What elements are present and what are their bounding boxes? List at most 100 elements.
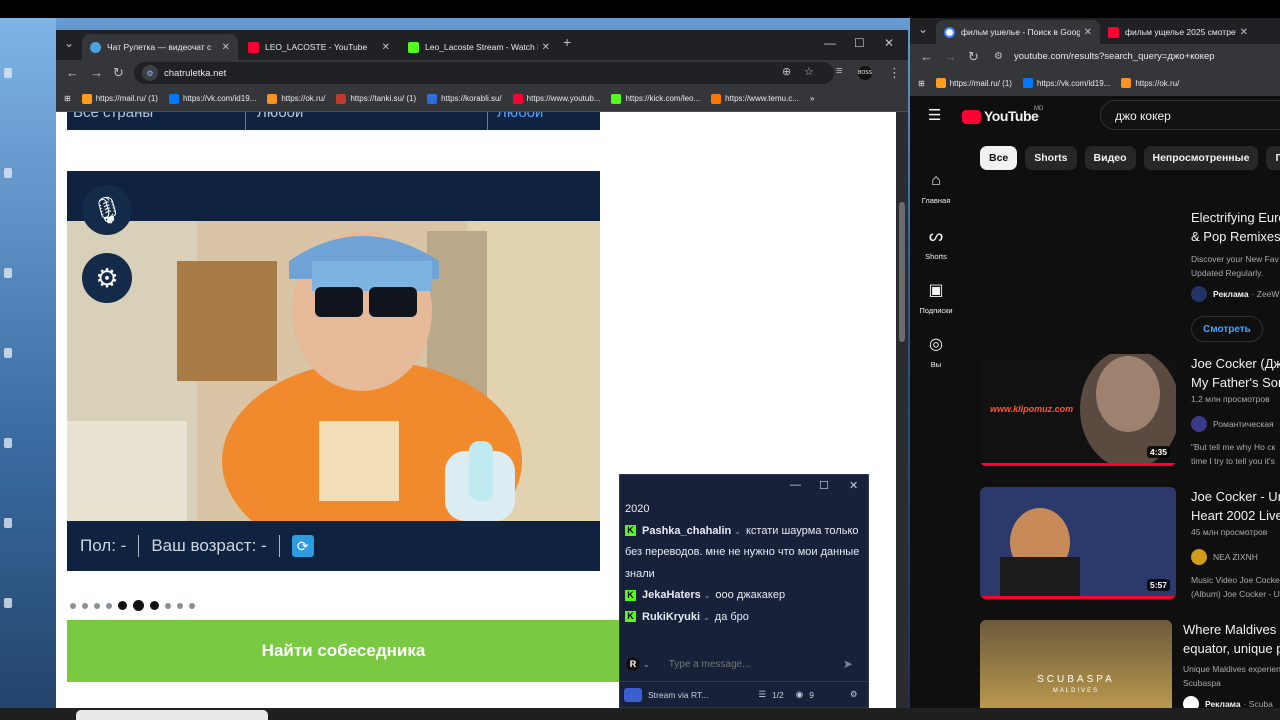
tab-leo-youtube[interactable]: LEO_LACOSTE - YouTube ✕	[240, 34, 398, 60]
bookmark-star-icon[interactable]: ☆	[804, 65, 814, 78]
chat-message-input[interactable]	[668, 658, 839, 670]
bookmark-youtube[interactable]: https://www.youtub...	[512, 93, 600, 104]
youtube-logo-icon[interactable]	[962, 110, 981, 124]
microphone-icon[interactable]: 🎙	[82, 185, 132, 235]
chat-username[interactable]: Pashka_chahalin	[642, 525, 731, 537]
channel-row[interactable]: NEA ZIXNH	[1191, 549, 1258, 565]
more-bookmarks-icon[interactable]: »	[810, 94, 814, 103]
chevron-down-icon[interactable]: ⌄	[643, 660, 650, 669]
ad-watch-button[interactable]: Смотреть	[1191, 316, 1263, 342]
taskbar-search[interactable]	[76, 710, 268, 720]
video-title-2[interactable]: equator, unique p	[1183, 639, 1280, 658]
bookmark-tanki[interactable]: https://tanki.su/ (1)	[336, 93, 416, 104]
apps-grid-icon[interactable]: ⊞	[64, 94, 71, 103]
close-icon[interactable]: ✕	[382, 42, 390, 53]
minimize-icon[interactable]: —	[824, 36, 836, 50]
video-title[interactable]: Joe Cocker - Un	[1191, 487, 1280, 506]
refresh-icon[interactable]: ⟳	[291, 535, 314, 557]
chat-message: K JekaHaters ⌄ ооо джакакер	[625, 585, 863, 607]
close-icon[interactable]: ✕	[1240, 27, 1248, 38]
chip-videos[interactable]: Видео	[1084, 146, 1136, 170]
site-info-icon[interactable]: ⚙	[994, 51, 1003, 62]
bookmark-mail[interactable]: https://mail.ru/ (1)	[935, 78, 1012, 88]
nav-home[interactable]: ⌂ Главная	[910, 172, 962, 205]
video-thumbnail[interactable]: www.klipomuz.com 4:35	[980, 354, 1176, 466]
tab-google-search[interactable]: фильм ушелье - Поиск в Goog ✕	[936, 20, 1100, 44]
nav-shorts[interactable]: ᔕ Shorts	[910, 226, 962, 261]
video-thumbnail[interactable]: 5:57	[980, 487, 1176, 599]
tab-chatruletka[interactable]: Чат Рулетка — видеочат с ✕	[82, 34, 238, 60]
youtube-logo-text[interactable]: YouTube	[984, 108, 1039, 124]
media-icon[interactable]: ≡	[836, 65, 842, 77]
scrollbar-thumb[interactable]	[899, 202, 905, 342]
back-icon[interactable]: ←	[66, 65, 79, 80]
send-icon[interactable]: ➤	[843, 657, 853, 671]
video-title-2[interactable]: My Father's Son	[1191, 373, 1280, 392]
chevron-down-icon[interactable]: ⌄	[704, 591, 711, 600]
bookmark-kick[interactable]: https://kick.com/leo...	[611, 93, 700, 104]
chevron-down-icon[interactable]: ⌄	[734, 527, 741, 536]
tanki-icon	[336, 93, 347, 104]
age-filter[interactable]: Любой	[497, 112, 543, 121]
chip-all[interactable]: Все	[980, 146, 1018, 170]
gender-filter[interactable]: Любой	[257, 112, 303, 121]
address-bar[interactable]: ⚙ chatruletka.net	[134, 62, 834, 84]
url-text[interactable]: youtube.com/results?search_query=джо+кок…	[1014, 51, 1215, 62]
maximize-icon[interactable]: ☐	[819, 479, 829, 492]
video-title[interactable]: Joe Cocker (Дж	[1191, 354, 1280, 373]
hamburger-menu-icon[interactable]: ☰	[928, 106, 941, 124]
forward-icon[interactable]: →	[944, 49, 957, 64]
nav-you[interactable]: ◎ Вы	[910, 334, 962, 369]
viewer-count: 9	[809, 689, 814, 700]
tab-search-icon[interactable]: ⌄	[64, 36, 74, 50]
chip-watched[interactable]: Прос	[1266, 146, 1280, 170]
close-icon[interactable]: ✕	[849, 479, 858, 492]
bookmark-ok[interactable]: https://ok.ru/	[1121, 78, 1179, 88]
channel-row[interactable]: Романтическая	[1191, 416, 1274, 432]
back-icon[interactable]: ←	[920, 49, 933, 64]
new-tab-icon[interactable]: +	[563, 34, 571, 50]
chip-shorts[interactable]: Shorts	[1025, 146, 1077, 170]
ad-title[interactable]: Electrifying Euro	[1191, 208, 1280, 227]
settings-icon[interactable]: ⚙	[850, 689, 858, 700]
chat-username[interactable]: RukiKryuki	[642, 611, 700, 623]
reload-icon[interactable]: ↻	[113, 65, 124, 81]
bookmark-korabli[interactable]: https://korabli.su/	[427, 93, 502, 104]
search-box[interactable]: джо кокер	[1100, 100, 1280, 130]
ad-title-2[interactable]: & Pop Remixes	[1191, 227, 1280, 246]
maximize-icon[interactable]: ☐	[854, 36, 865, 50]
zoom-icon[interactable]: ⊕	[782, 65, 791, 78]
bookmark-vk[interactable]: https://vk.com/id19...	[168, 93, 256, 104]
tab-leo-kick[interactable]: Leo_Lacoste Stream - Watch Li ✕	[400, 34, 558, 60]
close-icon[interactable]: ✕	[222, 42, 230, 53]
close-window-icon[interactable]: ✕	[884, 36, 894, 50]
video-title-2[interactable]: Heart 2002 Live	[1191, 506, 1280, 525]
chat-username[interactable]: JekaHaters	[642, 589, 701, 601]
reload-icon[interactable]: ↻	[968, 49, 979, 65]
find-partner-button[interactable]: Найти собеседника	[67, 620, 620, 682]
chevron-down-icon[interactable]: ⌄	[703, 613, 710, 622]
bookmark-temu[interactable]: https://www.temu.c...	[711, 93, 799, 104]
close-icon[interactable]: ✕	[542, 42, 550, 53]
chip-unwatched[interactable]: Непросмотренные	[1143, 146, 1259, 170]
profile-avatar[interactable]: BOSS	[858, 66, 872, 80]
video-thumbnail[interactable]: SCUBASPA MALDIVES	[980, 620, 1172, 708]
settings-gear-icon[interactable]: ⚙	[82, 253, 132, 303]
tab-youtube-search[interactable]: фильм ущелье 2025 смотреть ✕	[1100, 20, 1256, 44]
close-icon[interactable]: ✕	[1084, 27, 1092, 38]
scrollbar[interactable]	[896, 112, 908, 708]
bookmark-ok[interactable]: https://ok.ru/	[267, 93, 325, 104]
nav-subscriptions[interactable]: ▣ Подписки	[910, 280, 962, 315]
menu-icon[interactable]: ⋮	[888, 65, 901, 81]
country-filter[interactable]: Все страны	[73, 112, 153, 121]
bookmark-vk[interactable]: https://vk.com/id19...	[1022, 78, 1110, 88]
forward-icon[interactable]: →	[90, 65, 103, 80]
site-info-icon[interactable]: ⚙	[142, 65, 158, 81]
minimize-icon[interactable]: —	[790, 479, 801, 491]
apps-grid-icon[interactable]: ⊞	[918, 79, 925, 88]
bookmark-mail[interactable]: https://mail.ru/ (1)	[81, 93, 158, 104]
video-title[interactable]: Where Maldives	[1183, 620, 1276, 639]
restream-icon[interactable]: R	[626, 657, 640, 671]
tab-search-icon[interactable]: ⌄	[918, 22, 928, 36]
bookmarks-bar: ⊞ https://mail.ru/ (1) https://vk.com/id…	[910, 70, 1280, 96]
